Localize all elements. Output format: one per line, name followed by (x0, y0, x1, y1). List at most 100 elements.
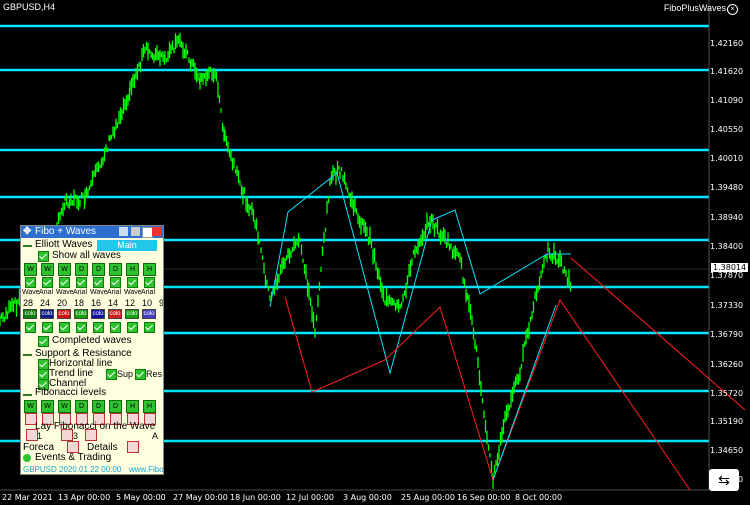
wave-visible-checkbox[interactable] (144, 322, 155, 333)
wave-degree-button[interactable]: W (24, 263, 37, 276)
wave-color-swatch[interactable]: colo (74, 309, 88, 319)
wave-size-label[interactable]: 10 (142, 298, 152, 308)
fibo-num-3: 3 (73, 431, 79, 441)
elliott-wave-down (284, 296, 691, 491)
date-tick-label: 22 Mar 2021 (2, 493, 53, 502)
wave-degree-button[interactable]: W (58, 263, 71, 276)
wave-font-label[interactable]: Arial (39, 288, 53, 298)
wave-size-label[interactable]: 14 (108, 298, 118, 308)
completed-waves-checkbox[interactable] (38, 336, 49, 347)
section-dash-icon (23, 394, 32, 396)
fibo-degree-button[interactable]: D (92, 400, 105, 413)
wave-size-label[interactable]: 9 (159, 298, 163, 308)
fibo-degree-button[interactable]: D (75, 400, 88, 413)
fibo-degree-button[interactable]: W (41, 400, 54, 413)
wave-color-swatch[interactable]: colo (108, 309, 122, 319)
fibo-degree-button[interactable]: H (126, 400, 139, 413)
wave-size-label[interactable]: 16 (91, 298, 101, 308)
date-tick-label: 27 May 00:00 (173, 493, 228, 502)
date-tick-label: 16 Sep 00:00 (457, 493, 511, 502)
wave-visible-checkbox[interactable] (59, 322, 70, 333)
price-tick-label: 1.36260 (710, 360, 744, 369)
wave-font-label[interactable]: Arial (141, 288, 155, 298)
close-panel-icon[interactable] (152, 227, 161, 236)
move-icon[interactable]: ✥ (23, 226, 31, 238)
wave-visible-checkbox[interactable] (110, 322, 121, 333)
wave-visible-checkbox[interactable] (76, 322, 87, 333)
wave-degree-button[interactable]: H (143, 263, 156, 276)
wave-degree-checkbox[interactable] (144, 277, 155, 288)
wave-color-swatch[interactable]: colo (23, 309, 37, 319)
support-label: Sup (117, 369, 134, 379)
wave-color-swatch[interactable]: colo (40, 309, 54, 319)
wave-visible-checkbox[interactable] (93, 322, 104, 333)
fibo-degree-button[interactable]: W (24, 400, 37, 413)
wave-size-label[interactable]: 28 (23, 298, 33, 308)
date-tick-label: 12 Jul 00:00 (286, 493, 334, 502)
date-tick-label: 5 May 00:00 (116, 493, 166, 502)
wave-degree-button[interactable]: D (92, 263, 105, 276)
support-checkbox[interactable] (106, 369, 117, 380)
wave-font-label[interactable]: Wave (124, 288, 142, 298)
wave-font-label[interactable]: Wave (56, 288, 74, 298)
fibo-degree-button[interactable]: H (143, 400, 156, 413)
fibo-degree-button[interactable]: D (109, 400, 122, 413)
footer-website[interactable]: www.FiboPlus.ru (129, 465, 163, 474)
indicator-name: FiboPlusWaves (663, 3, 726, 13)
price-tick-label: 1.39480 (710, 183, 744, 192)
price-tick-label: 1.35720 (710, 389, 744, 398)
wave-color-swatch[interactable]: colo (91, 309, 105, 319)
wave-degree-checkbox[interactable] (42, 277, 53, 288)
wave-degree-checkbox[interactable] (25, 277, 36, 288)
price-tick-label: 1.41090 (710, 96, 744, 105)
price-tick-label: 1.34650 (710, 446, 744, 455)
wave-size-label[interactable]: 12 (125, 298, 135, 308)
details-icon[interactable] (127, 441, 139, 453)
wave-degree-button[interactable]: H (126, 263, 139, 276)
wave-font-label[interactable]: Arial (107, 288, 121, 298)
section-fibonacci[interactable]: Fibonacci levels (35, 388, 106, 398)
events-trading-label[interactable]: Events & Trading (35, 453, 111, 463)
price-tick-label: 1.40010 (710, 154, 744, 163)
wave-color-swatch[interactable]: colo (57, 309, 71, 319)
date-tick-label: 8 Oct 00:00 (515, 493, 563, 502)
wave-visible-checkbox[interactable] (25, 322, 36, 333)
chart-navigation-icon[interactable]: ⇆ (709, 469, 739, 491)
wave-color-swatch[interactable]: colo (142, 309, 156, 319)
wave-degree-button[interactable]: D (109, 263, 122, 276)
events-icon[interactable] (23, 454, 31, 462)
date-tick-label: 13 Apr 00:00 (58, 493, 111, 502)
minimize-icon[interactable] (131, 227, 140, 236)
fibo-waves-panel: ✥ Fibo + Waves Elliott Waves Main Show a… (20, 225, 164, 475)
wave-size-label[interactable]: 24 (40, 298, 50, 308)
wave-color-swatch[interactable]: colo (125, 309, 139, 319)
wave-degree-button[interactable]: D (75, 263, 88, 276)
panel-header[interactable]: ✥ Fibo + Waves (21, 226, 163, 238)
footer-symbol-date: GBPUSD 2020.01.22 00:00 (23, 465, 122, 474)
wave-size-label[interactable]: 18 (74, 298, 84, 308)
wave-degree-checkbox[interactable] (93, 277, 104, 288)
wave-font-label[interactable]: Wave (90, 288, 108, 298)
wave-degree-checkbox[interactable] (76, 277, 87, 288)
fibo-3-icon[interactable] (85, 429, 97, 441)
wave-font-label[interactable]: Wave (22, 288, 40, 298)
resistance-checkbox[interactable] (135, 369, 146, 380)
section-elliott-waves[interactable]: Elliott Waves (35, 240, 92, 250)
wave-degree-checkbox[interactable] (110, 277, 121, 288)
show-all-waves-label: Show all waves (52, 250, 121, 261)
wave-visible-checkbox[interactable] (127, 322, 138, 333)
wave-degree-checkbox[interactable] (127, 277, 138, 288)
wave-degree-checkbox[interactable] (59, 277, 70, 288)
price-tick-label: 1.40550 (710, 125, 744, 134)
fibo-2-icon[interactable] (61, 429, 73, 441)
close-indicator-icon[interactable]: × (727, 4, 738, 15)
wave-size-label[interactable]: 20 (57, 298, 67, 308)
settings-icon[interactable] (119, 227, 128, 236)
panel-title: Fibo + Waves (35, 226, 97, 237)
show-all-waves-checkbox[interactable] (38, 251, 49, 262)
wave-font-label[interactable]: Arial (73, 288, 87, 298)
wave-visible-checkbox[interactable] (42, 322, 53, 333)
wave-degree-button[interactable]: W (41, 263, 54, 276)
completed-waves-label: Completed waves (52, 335, 132, 346)
fibo-degree-button[interactable]: W (58, 400, 71, 413)
